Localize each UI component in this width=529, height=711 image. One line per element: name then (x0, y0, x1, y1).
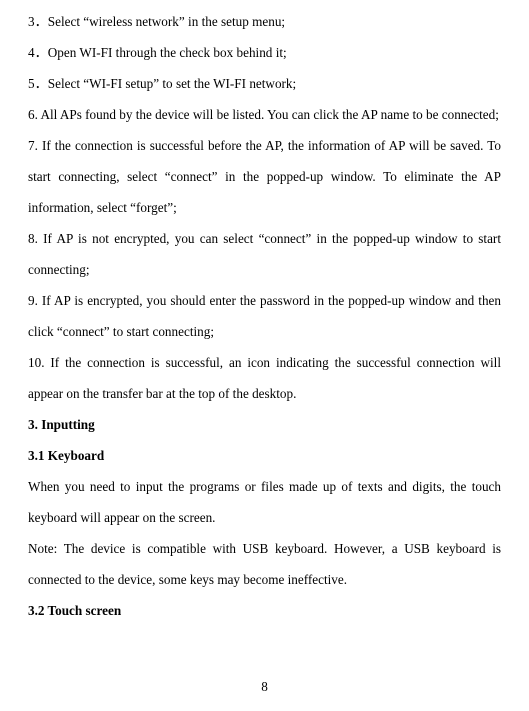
heading-inputting: 3. Inputting (28, 409, 501, 440)
keyboard-note-text: Note: The device is compatible with USB … (28, 533, 501, 595)
document-page: 3．Select “wireless network” in the setup… (0, 0, 529, 711)
step-9: 9. If AP is encrypted, you should enter … (28, 285, 501, 347)
step-10: 10. If the connection is successful, an … (28, 347, 501, 409)
page-number: 8 (0, 679, 529, 695)
step-3: 3．Select “wireless network” in the setup… (28, 6, 501, 37)
heading-keyboard: 3.1 Keyboard (28, 440, 501, 471)
step-5: 5．Select “WI-FI setup” to set the WI-FI … (28, 68, 501, 99)
step-7: 7. If the connection is successful befor… (28, 130, 501, 223)
heading-touchscreen: 3.2 Touch screen (28, 595, 501, 626)
keyboard-intro-text: When you need to input the programs or f… (28, 471, 501, 533)
step-8: 8. If AP is not encrypted, you can selec… (28, 223, 501, 285)
step-4: 4．Open WI-FI through the check box behin… (28, 37, 501, 68)
step-6: 6. All APs found by the device will be l… (28, 99, 501, 130)
